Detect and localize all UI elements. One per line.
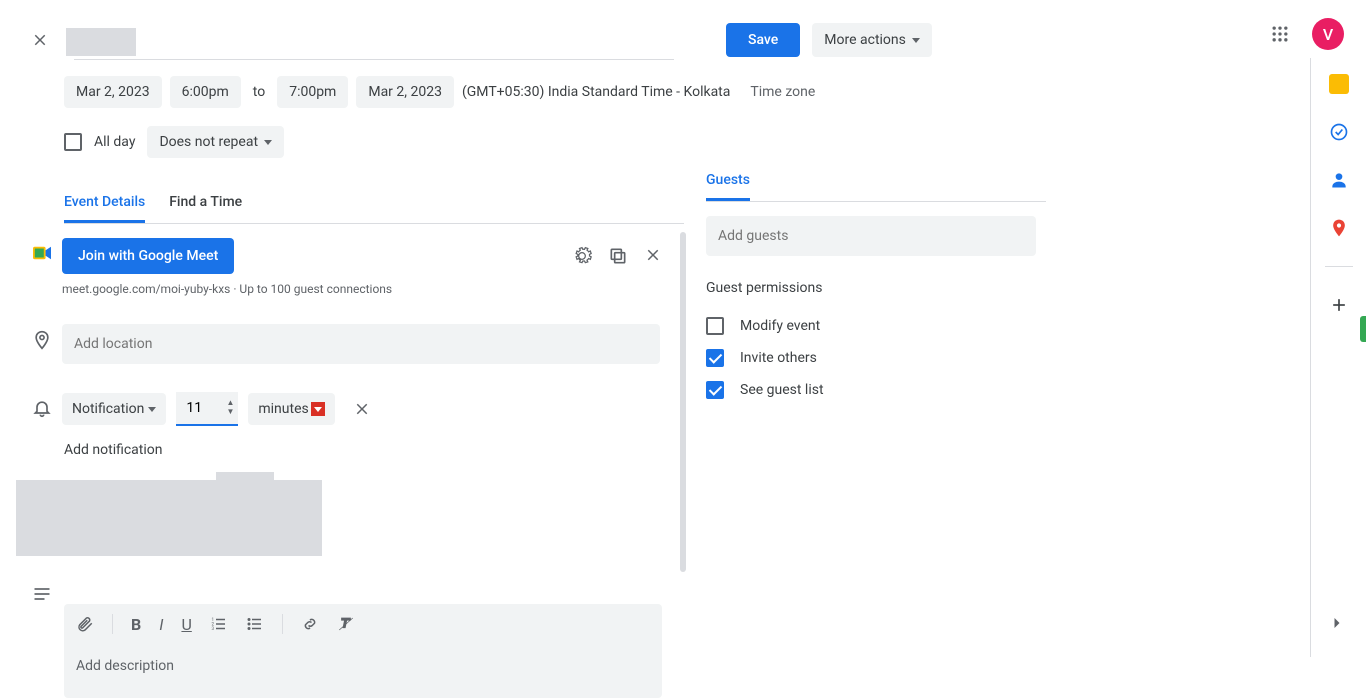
calendar-select-skeleton bbox=[16, 480, 322, 556]
start-time-chip[interactable]: 6:00pm bbox=[170, 76, 241, 108]
bell-icon bbox=[22, 392, 62, 418]
event-title-input[interactable] bbox=[74, 20, 674, 60]
link-icon[interactable] bbox=[301, 615, 319, 633]
start-date-chip[interactable]: Mar 2, 2023 bbox=[64, 76, 162, 108]
avatar[interactable]: V bbox=[1312, 18, 1344, 50]
tab-find-a-time[interactable]: Find a Time bbox=[169, 194, 242, 223]
timezone-text: (GMT+05:30) India Standard Time - Kolkat… bbox=[462, 84, 730, 100]
remove-meet-icon[interactable] bbox=[644, 246, 662, 266]
close-icon[interactable] bbox=[28, 28, 52, 52]
dropdown-indicator-icon bbox=[311, 402, 325, 416]
timezone-link[interactable]: Time zone bbox=[750, 84, 815, 100]
notification-type-label: Notification bbox=[72, 401, 144, 417]
more-actions-button[interactable]: More actions bbox=[812, 23, 932, 57]
location-input[interactable] bbox=[62, 324, 660, 364]
tab-guests[interactable]: Guests bbox=[706, 172, 750, 201]
rail-divider bbox=[1325, 266, 1353, 267]
underline-icon[interactable]: U bbox=[181, 615, 191, 634]
keep-icon[interactable] bbox=[1329, 74, 1349, 94]
end-time-chip[interactable]: 7:00pm bbox=[277, 76, 348, 108]
notification-unit-select[interactable]: minutes bbox=[248, 393, 334, 425]
repeat-select[interactable]: Does not repeat bbox=[147, 126, 284, 158]
clear-format-icon[interactable] bbox=[337, 615, 355, 633]
description-toolbar: B I U 123 bbox=[64, 604, 662, 644]
description-icon bbox=[22, 570, 62, 604]
save-button[interactable]: Save bbox=[726, 23, 800, 57]
copy-icon[interactable] bbox=[608, 246, 628, 266]
gear-icon[interactable] bbox=[572, 246, 592, 266]
notification-unit-label: minutes bbox=[258, 401, 308, 417]
side-tab-indicator bbox=[1360, 316, 1366, 342]
all-day-checkbox[interactable] bbox=[64, 133, 82, 151]
join-meet-button[interactable]: Join with Google Meet bbox=[62, 238, 234, 274]
contacts-icon[interactable] bbox=[1329, 170, 1349, 190]
description-input[interactable]: Add description bbox=[64, 644, 662, 698]
svg-text:3: 3 bbox=[211, 626, 214, 632]
caret-down-icon bbox=[264, 140, 272, 145]
meet-link-text: meet.google.com/moi-yuby-kxs · Up to 100… bbox=[62, 282, 682, 296]
number-spinner[interactable]: ▲▼ bbox=[226, 398, 234, 416]
invite-others-checkbox[interactable] bbox=[706, 349, 724, 367]
tab-event-details[interactable]: Event Details bbox=[64, 194, 145, 223]
title-placeholder-skeleton bbox=[66, 28, 136, 56]
modify-event-label: Modify event bbox=[740, 318, 820, 334]
add-notification-link[interactable]: Add notification bbox=[22, 430, 682, 470]
end-date-chip[interactable]: Mar 2, 2023 bbox=[356, 76, 454, 108]
add-icon[interactable] bbox=[1329, 295, 1349, 315]
to-label: to bbox=[249, 84, 269, 100]
add-guests-input[interactable] bbox=[706, 216, 1036, 256]
maps-icon[interactable] bbox=[1329, 218, 1349, 238]
all-day-label: All day bbox=[94, 134, 135, 150]
see-guest-list-label: See guest list bbox=[740, 382, 824, 398]
repeat-label: Does not repeat bbox=[159, 134, 258, 150]
modify-event-checkbox[interactable] bbox=[706, 317, 724, 335]
remove-notification-icon[interactable] bbox=[353, 400, 371, 418]
chevron-right-icon[interactable] bbox=[1327, 613, 1351, 637]
see-guest-list-checkbox[interactable] bbox=[706, 381, 724, 399]
tasks-icon[interactable] bbox=[1329, 122, 1349, 142]
bold-icon[interactable]: B bbox=[131, 615, 141, 634]
attach-icon[interactable] bbox=[76, 615, 94, 633]
bullet-list-icon[interactable] bbox=[246, 615, 264, 633]
caret-down-icon bbox=[912, 38, 920, 43]
scrollbar[interactable] bbox=[680, 232, 686, 582]
italic-icon[interactable]: I bbox=[159, 615, 163, 634]
numbered-list-icon[interactable]: 123 bbox=[210, 615, 228, 633]
location-icon bbox=[22, 324, 62, 350]
invite-others-label: Invite others bbox=[740, 350, 817, 366]
notification-type-select[interactable]: Notification bbox=[62, 393, 166, 425]
guest-permissions-title: Guest permissions bbox=[706, 280, 1046, 296]
caret-down-icon bbox=[148, 407, 156, 412]
apps-grid-icon[interactable] bbox=[1270, 24, 1294, 48]
more-actions-label: More actions bbox=[824, 32, 906, 48]
side-panel bbox=[1310, 58, 1366, 657]
meet-icon bbox=[22, 238, 62, 262]
